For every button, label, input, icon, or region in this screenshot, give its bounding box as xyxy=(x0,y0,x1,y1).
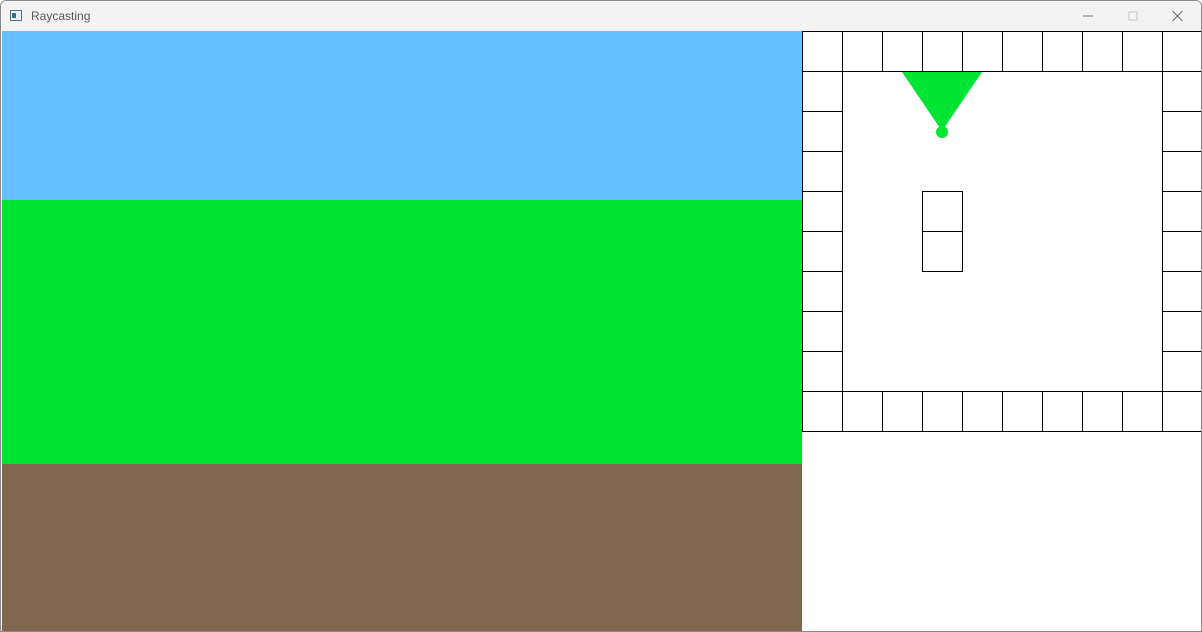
close-icon xyxy=(1172,10,1184,22)
minimap-wall-cell xyxy=(1082,391,1123,432)
minimap-wall-cell xyxy=(1042,391,1083,432)
minimap-canvas xyxy=(802,31,1201,432)
wall-region xyxy=(2,200,802,464)
minimap-wall-cell xyxy=(922,391,963,432)
minimap-wall-cell xyxy=(1162,351,1201,392)
minimap-wall-cell xyxy=(1162,191,1201,232)
minimap-wall-cell xyxy=(1162,151,1201,192)
minimap-wall-cell xyxy=(802,351,843,392)
minimap-wall-cell xyxy=(802,31,843,72)
minimap-wall-cell xyxy=(842,31,883,72)
minimap-wall-cell xyxy=(922,191,963,232)
minimap-wall-cell xyxy=(1122,31,1163,72)
minimap-wall-cell xyxy=(802,151,843,192)
minimap-wall-cell xyxy=(1162,111,1201,152)
minimap-wall-cell xyxy=(1162,391,1201,432)
minimap-wall-cell xyxy=(802,391,843,432)
maximize-button[interactable] xyxy=(1110,1,1156,31)
minimap-wall-cell xyxy=(802,71,843,112)
minimap-wall-cell xyxy=(1162,71,1201,112)
minimap-wall-cell xyxy=(962,31,1003,72)
sky-region xyxy=(2,31,802,200)
raycast-3d-view xyxy=(2,31,802,631)
floor-region xyxy=(2,464,802,631)
player-view-cone xyxy=(902,72,982,131)
close-button[interactable] xyxy=(1155,1,1201,31)
minimap-wall-cell xyxy=(1162,311,1201,352)
minimap-wall-cell xyxy=(1002,391,1043,432)
minimize-icon xyxy=(1083,15,1093,17)
minimap-wall-cell xyxy=(962,391,1003,432)
minimap-wall-cell xyxy=(802,271,843,312)
title-bar[interactable]: Raycasting xyxy=(1,1,1201,31)
window-title: Raycasting xyxy=(31,9,91,23)
minimap-wall-cell xyxy=(802,191,843,232)
minimap-wall-cell xyxy=(1002,31,1043,72)
minimap-wall-cell xyxy=(802,111,843,152)
minimap-wall-cell xyxy=(882,391,923,432)
minimap-wall-cell xyxy=(842,391,883,432)
minimap-wall-cell xyxy=(1162,231,1201,272)
minimap-panel xyxy=(802,31,1201,631)
minimap-wall-cell xyxy=(1122,391,1163,432)
app-window: Raycasting xyxy=(0,0,1202,632)
minimize-button[interactable] xyxy=(1065,1,1111,31)
minimap-wall-cell xyxy=(802,311,843,352)
minimap-wall-cell xyxy=(1162,271,1201,312)
minimap-wall-cell xyxy=(882,31,923,72)
player-marker xyxy=(936,126,948,138)
minimap-wall-cell xyxy=(1042,31,1083,72)
maximize-icon xyxy=(1128,11,1138,21)
minimap-wall-cell xyxy=(802,231,843,272)
minimap-wall-cell xyxy=(1082,31,1123,72)
minimap-wall-cell xyxy=(922,231,963,272)
minimap-wall-cell xyxy=(922,31,963,72)
minimap-wall-cell xyxy=(1162,31,1201,72)
app-window-icon xyxy=(10,10,22,21)
